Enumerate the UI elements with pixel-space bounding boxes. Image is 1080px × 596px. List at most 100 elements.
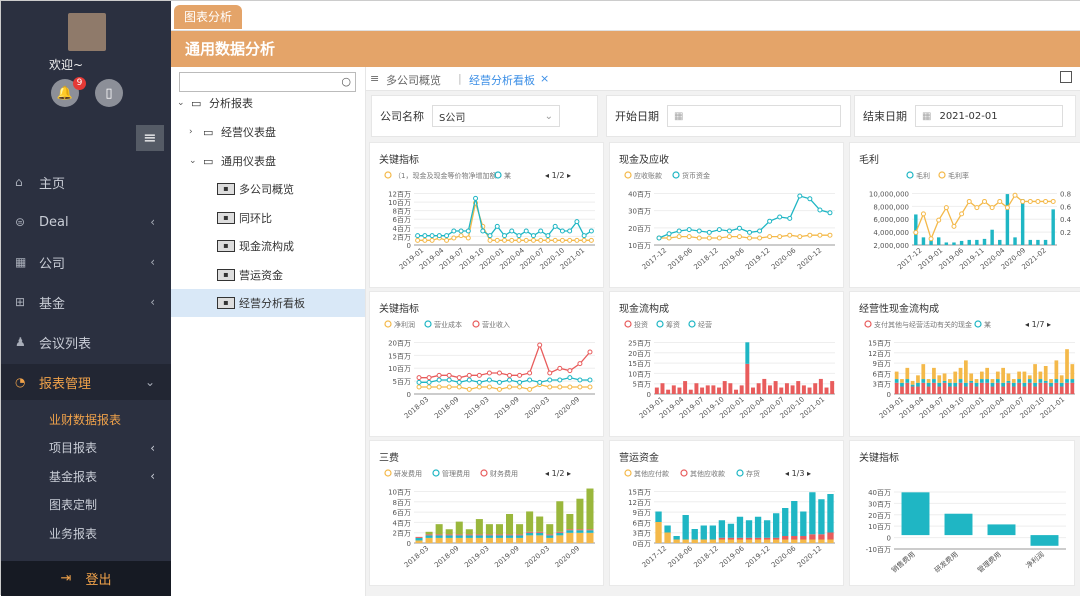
tree-leaf-2[interactable]: ▪ 现金流构成 [171, 232, 365, 260]
tab-close-icon[interactable]: × [540, 72, 549, 85]
nav-item-2[interactable]: ▦ 公司 ‹ [1, 244, 171, 280]
chart-card-4: 现金流构成 投资 筹资 经营 0 5百万 10百万 15百万 20百万 25百万 2019-01 20… [609, 291, 844, 437]
report-icon: ▪ [217, 297, 235, 309]
legend-item[interactable]: 其他应付款 [624, 469, 669, 478]
data-point [456, 379, 462, 385]
data-point [966, 198, 972, 204]
subnav-item-2[interactable]: 基金报表 ‹ [1, 462, 171, 490]
end-date-input[interactable]: ▦ 2021-02-01 [915, 105, 1063, 127]
company-select[interactable]: S公司 ⌄ [432, 105, 560, 127]
data-point [494, 223, 500, 229]
tree-node-business-dashboard[interactable]: › ▭ 经营仪表盘 [189, 118, 276, 146]
avatar[interactable] [68, 13, 106, 51]
legend-item[interactable]: 应收账款 [624, 171, 662, 180]
legend-item[interactable]: 存货 [736, 469, 760, 478]
tree-leaf-3[interactable]: ▪ 营运资金 [171, 261, 365, 289]
bar-segment [894, 379, 899, 383]
legend-item[interactable]: 管理费用 [432, 469, 470, 478]
subnav-item-0[interactable]: 业财数据报表 [1, 405, 171, 433]
data-point [523, 228, 529, 234]
legend-item[interactable]: （1，现金及现金等价物净增加额 [384, 171, 496, 180]
legend-pager[interactable]: ◂ 1/2 ▸ [545, 469, 571, 478]
nav-item-1[interactable]: ⊜ Deal ‹ [1, 204, 171, 240]
data-point [686, 234, 692, 240]
legend-pager[interactable]: ◂ 1/3 ▸ [785, 469, 811, 478]
tabs-menu-icon[interactable]: ≡ [370, 72, 379, 85]
bar-segment [718, 520, 726, 538]
legend-pager[interactable]: ◂ 1/7 ▸ [1025, 320, 1051, 329]
y-tick-label: 20百万 [628, 350, 651, 358]
legend-item[interactable]: 研发费用 [384, 469, 422, 478]
legend-item[interactable]: 支付其他与经营活动有关的现金 [864, 320, 972, 329]
data-point [676, 234, 682, 240]
tree-node-general-dashboard[interactable]: ⌄ ▭ 通用仪表盘 [189, 147, 276, 175]
chart-card-0: 关键指标 （1，现金及现金等价物净增加额某 ◂ 1/2 ▸ 0 2百万 4百万 6百万 8百万… [369, 142, 604, 288]
legend-item[interactable]: 毛利 [906, 171, 930, 180]
bar [987, 524, 1016, 536]
data-point [951, 223, 957, 229]
menu-toggle-icon[interactable]: ≡ [136, 125, 164, 151]
y-tick-label: 0 [407, 391, 411, 399]
legend-item[interactable]: 货币资金 [672, 171, 710, 180]
legend-item[interactable]: 某 [494, 171, 511, 180]
subnav-item-3[interactable]: 图表定制 [1, 491, 171, 519]
legend-label: 其他应收款 [690, 469, 725, 478]
y-tick-label: 10百万 [388, 365, 411, 373]
tree-node-root[interactable]: ⌄ ▭ 分析报表 [177, 89, 253, 117]
bar-segment [736, 516, 744, 538]
subnav-item-1[interactable]: 项目报表 ‹ [1, 434, 171, 462]
legend-item[interactable]: 经营 [688, 320, 712, 329]
legend-item[interactable]: 财务费用 [480, 469, 518, 478]
nav-item-5[interactable]: ◔ 报表管理 ⌄ [1, 364, 171, 400]
y-tick-label: 0 [887, 535, 891, 543]
bar-segment [546, 524, 554, 535]
tree-leaf-0[interactable]: ▪ 多公司概览 [171, 175, 365, 203]
data-point [747, 235, 753, 241]
bar-segment [995, 379, 1000, 383]
legend-marker [624, 171, 632, 179]
data-point [656, 235, 662, 241]
bar-segment [784, 383, 789, 394]
nav-item-3[interactable]: ⊞ 基金 ‹ [1, 284, 171, 320]
book-icon[interactable]: ▯ [95, 79, 123, 107]
logout-button[interactable]: ⇥ 登出 [1, 561, 171, 596]
bar-segment [688, 389, 693, 394]
subnav-item-4[interactable]: 业务报表 [1, 519, 171, 547]
nav-item-4[interactable]: ♟ 会议列表 [1, 324, 171, 360]
legend-item[interactable]: 营业收入 [472, 320, 510, 329]
data-point [416, 375, 422, 381]
folder-icon: ▭ [203, 154, 214, 168]
data-point [530, 237, 536, 243]
legend-item[interactable]: 投资 [624, 320, 648, 329]
data-point [736, 234, 742, 240]
bar-segment [916, 382, 920, 387]
start-date-input[interactable]: ▦ [667, 105, 841, 127]
legend-pager[interactable]: ◂ 1/2 ▸ [545, 171, 571, 180]
legend-marker [480, 469, 488, 477]
data-point [537, 379, 543, 385]
tab-chart-analysis[interactable]: 图表分析 [174, 5, 243, 29]
legend-item[interactable]: 毛利率 [938, 171, 969, 180]
legend-item[interactable]: 某 [974, 320, 991, 329]
data-point [429, 237, 435, 243]
tab-business-board[interactable]: 经营分析看板 [469, 72, 535, 88]
data-point [696, 235, 702, 241]
data-point [1043, 198, 1049, 204]
fullscreen-icon[interactable] [1060, 71, 1072, 83]
tree-leaf-1[interactable]: ▪ 同环比 [171, 204, 365, 232]
bar-segment [763, 537, 771, 540]
chart-card-2: 毛利 毛利 毛利率 2,000,000 4,000,000 6,000,000 8,000,… [849, 142, 1080, 288]
bar-segment [782, 539, 789, 543]
data-point [456, 375, 462, 381]
bar-segment [756, 383, 761, 394]
x-tick-label: 2018-09 [433, 395, 461, 420]
tab-multi-company[interactable]: 多公司概览 [386, 72, 441, 88]
nav-item-0[interactable]: ⌂ 主页 [1, 164, 171, 200]
tree-leaf-4[interactable]: ▪ 经营分析看板 [171, 289, 365, 317]
legend-item[interactable]: 筹资 [656, 320, 680, 329]
legend-item[interactable]: 营业成本 [424, 320, 462, 329]
legend-item[interactable]: 净利润 [384, 320, 415, 329]
chart-title: 营运资金 [619, 453, 659, 464]
bar-segment [779, 387, 784, 394]
legend-item[interactable]: 其他应收款 [680, 469, 725, 478]
